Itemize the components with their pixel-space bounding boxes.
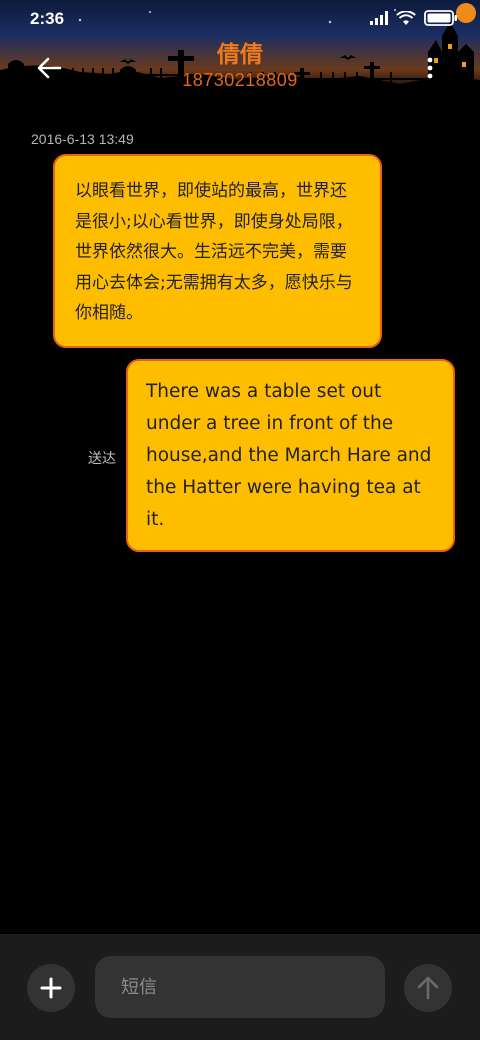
delivery-status: 送达 — [88, 451, 116, 467]
conversation-title: 倩倩 18730218809 — [120, 40, 360, 90]
contact-name: 倩倩 — [217, 42, 263, 68]
outgoing-message-bubble[interactable]: There was a table set out under a tree i… — [126, 359, 455, 552]
battery-icon — [424, 10, 457, 26]
outgoing-message-text: There was a table set out under a tree i… — [146, 381, 432, 530]
send-button[interactable] — [404, 964, 452, 1012]
more-options-button[interactable] — [424, 56, 436, 80]
send-arrow-up-icon — [417, 976, 439, 1000]
add-attachment-button[interactable] — [27, 964, 75, 1012]
plus-icon — [40, 977, 62, 999]
wifi-icon — [396, 10, 416, 25]
incoming-message-text: 以眼看世界，即使站的最高，世界还是很小;以心看世界，即使身处局限，世界依然很大。… — [75, 181, 353, 323]
sms-input[interactable] — [95, 956, 385, 1018]
sms-conversation-screen: 2:36 倩倩 18730218809 2016-6-13 13:49 以眼看世… — [0, 0, 480, 1040]
contact-number: 18730218809 — [182, 70, 298, 90]
back-arrow-icon — [37, 57, 62, 79]
status-icons — [370, 10, 458, 26]
incoming-message-bubble[interactable]: 以眼看世界，即使站的最高，世界还是很小;以心看世界，即使身处局限，世界依然很大。… — [53, 154, 382, 348]
more-vertical-icon — [427, 57, 433, 79]
back-button[interactable] — [30, 52, 70, 84]
status-bar: 2:36 — [0, 0, 480, 40]
signal-icon — [370, 11, 388, 25]
message-timestamp: 2016-6-13 13:49 — [31, 131, 134, 147]
status-time: 2:36 — [30, 9, 65, 28]
message-composer — [0, 934, 480, 1040]
